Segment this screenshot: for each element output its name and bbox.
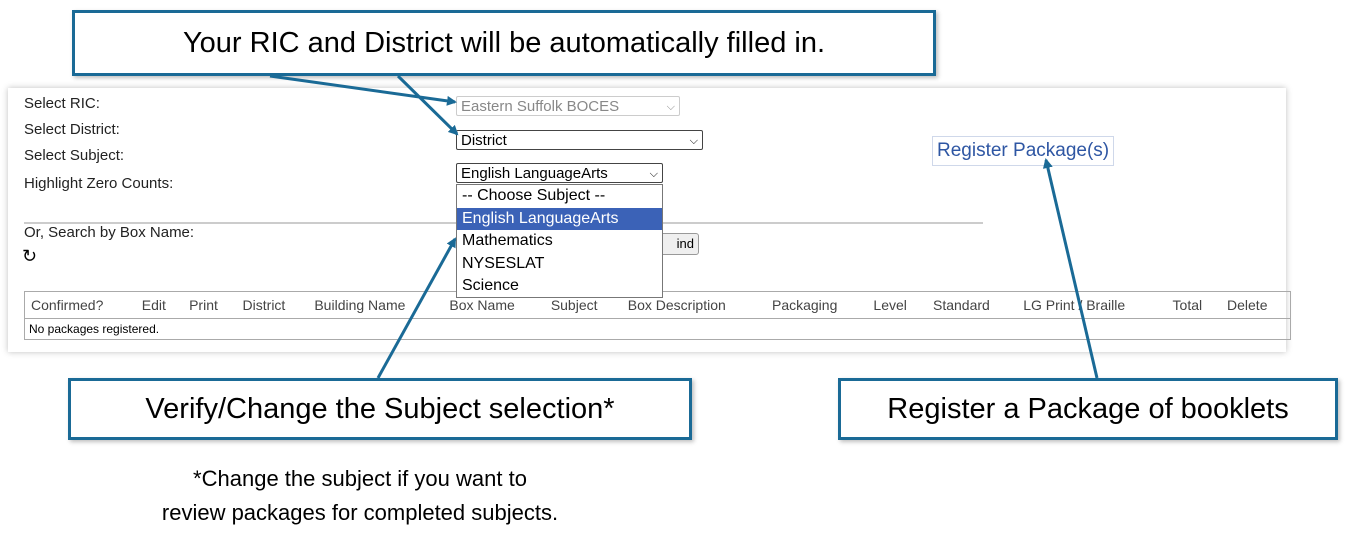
col-lg-print-braille: LG Print / Braille (1023, 297, 1126, 313)
col-level: Level (873, 297, 907, 313)
callout-autofill: Your RIC and District will be automatica… (72, 10, 936, 76)
ric-select-value: Eastern Suffolk BOCES (461, 98, 620, 115)
subject-option-selected[interactable]: English LanguageArts (457, 207, 662, 230)
subject-select[interactable]: English LanguageArts ⌵ (456, 163, 663, 183)
ric-select[interactable]: Eastern Suffolk BOCES ⌵ (456, 96, 680, 116)
subject-label: Select Subject: (24, 147, 125, 164)
footnote-line-2: review packages for completed subjects. (161, 500, 559, 525)
district-label: Select District: (24, 121, 120, 138)
highlight-zero-label: Highlight Zero Counts: (24, 175, 174, 192)
col-building-name: Building Name (314, 297, 406, 313)
footnote-line-1: *Change the subject if you want to (193, 466, 527, 491)
subject-option[interactable]: NYSESLAT (457, 253, 662, 276)
district-select[interactable]: District ⌵ (456, 130, 703, 150)
subject-option[interactable]: -- Choose Subject -- (457, 185, 662, 208)
col-packaging: Packaging (771, 297, 838, 313)
table-row: No packages registered. (24, 318, 1291, 340)
packages-table: Confirmed? Edit Print District Building … (24, 291, 1291, 340)
col-delete: Delete (1227, 297, 1268, 313)
empty-message: No packages registered. (24, 318, 1291, 340)
col-standard: Standard (933, 297, 990, 313)
reload-icon[interactable]: ↻ (22, 246, 37, 267)
register-packages-link[interactable]: Register Package(s) (932, 136, 1115, 166)
col-total: Total (1172, 297, 1203, 313)
footnote: *Change the subject if you want to revie… (40, 462, 680, 530)
district-select-value: District (461, 132, 507, 149)
chevron-down-icon: ⌵ (666, 101, 675, 113)
subject-select-value: English LanguageArts (461, 165, 608, 182)
col-confirmed: Confirmed? (31, 297, 104, 313)
subject-option[interactable]: Mathematics (457, 230, 662, 253)
chevron-down-icon: ⌵ (689, 135, 698, 147)
col-print: Print (189, 297, 218, 313)
ric-label: Select RIC: (24, 95, 100, 112)
chevron-down-icon: ⌵ (649, 168, 658, 180)
search-box-label: Or, Search by Box Name: (24, 224, 195, 241)
callout-register: Register a Package of booklets (838, 378, 1338, 440)
col-edit: Edit (141, 297, 166, 313)
col-district: District (242, 297, 286, 313)
callout-subject: Verify/Change the Subject selection* (68, 378, 692, 440)
subject-dropdown-list: -- Choose Subject -- English LanguageArt… (456, 184, 663, 298)
subject-option[interactable]: Science (457, 275, 662, 298)
